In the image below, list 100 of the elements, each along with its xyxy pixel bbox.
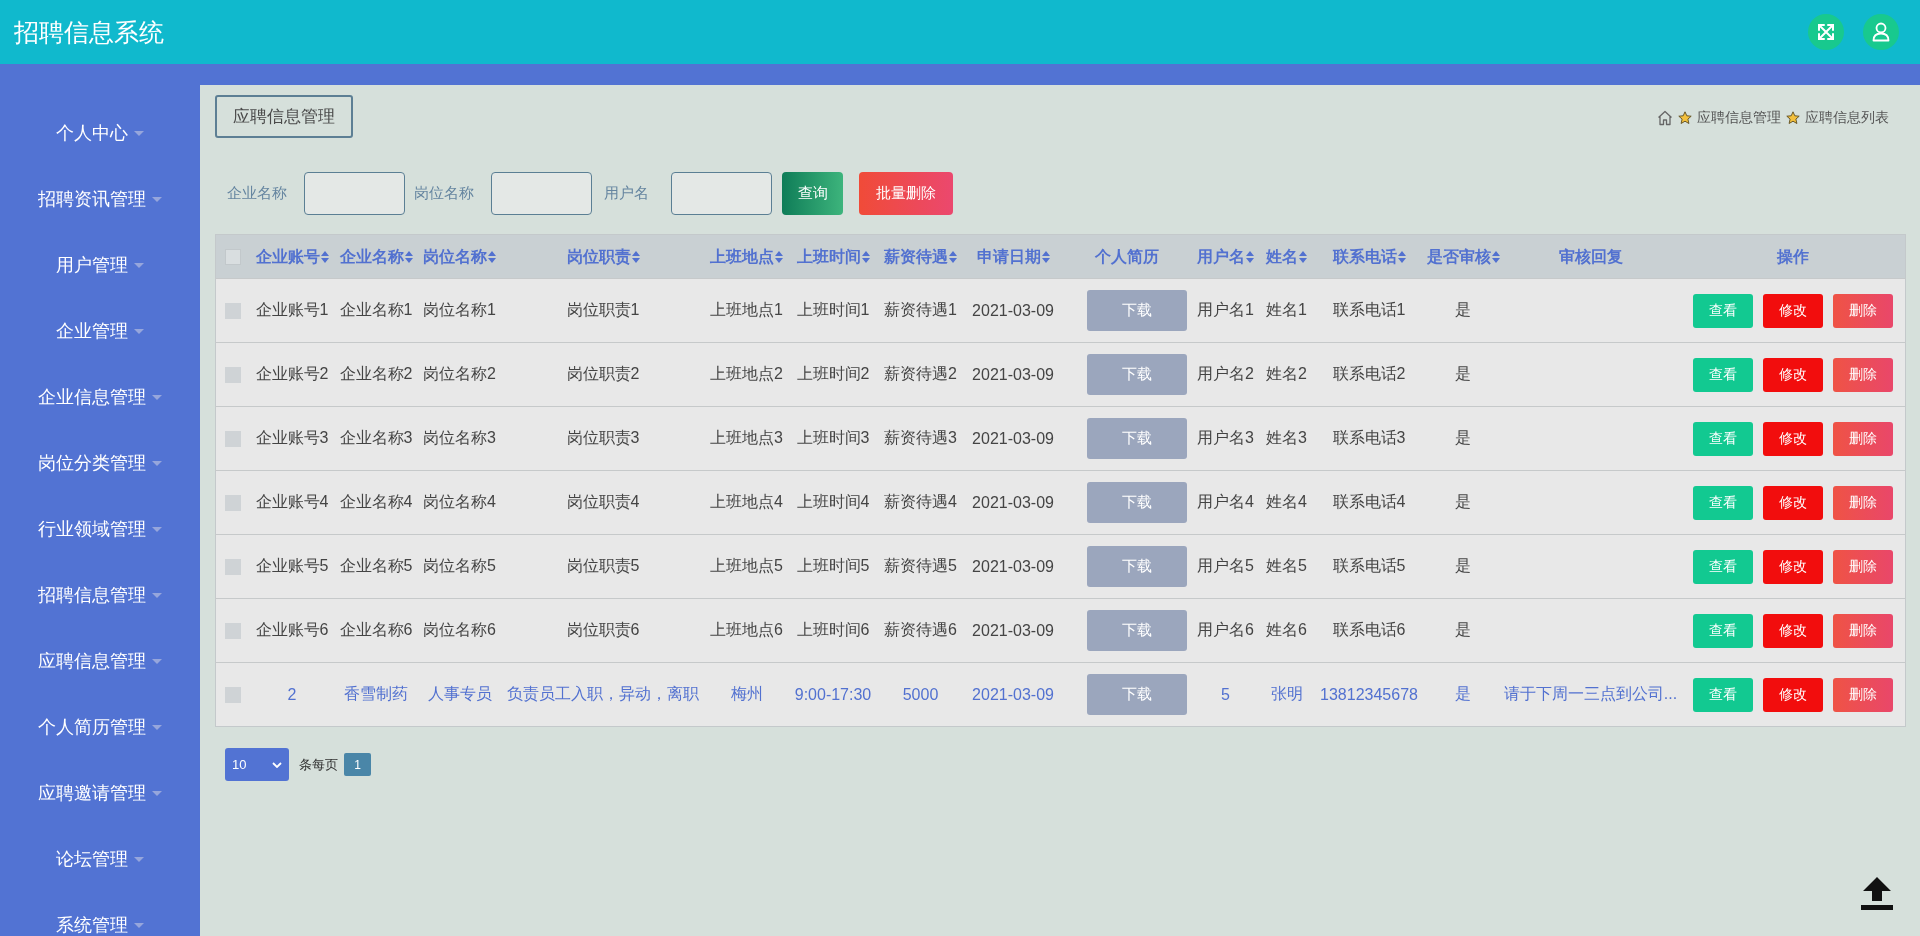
column-header[interactable]: 上班地点: [710, 246, 783, 267]
search-button[interactable]: 查询: [782, 172, 843, 215]
table-cell: 企业名称2: [339, 365, 413, 382]
star-icon: [1678, 110, 1692, 125]
view-button[interactable]: 查看: [1692, 677, 1753, 712]
view-button[interactable]: 查看: [1692, 613, 1753, 648]
row-checkbox[interactable]: [225, 431, 242, 448]
delete-button[interactable]: 删除: [1832, 677, 1893, 712]
table-cell: 上班地点1: [710, 301, 783, 318]
download-button[interactable]: 下载: [1087, 482, 1187, 523]
column-header[interactable]: 上班时间: [796, 246, 870, 267]
column-header[interactable]: 岗位名称: [423, 246, 496, 267]
column-header[interactable]: 申请日期: [976, 246, 1050, 267]
sidebar-item[interactable]: 用户管理: [56, 253, 144, 277]
sidebar-item[interactable]: 个人中心: [56, 121, 144, 145]
table-cell: 上班时间5: [796, 557, 870, 574]
sidebar-item[interactable]: 行业领域管理: [38, 517, 162, 541]
row-checkbox[interactable]: [225, 495, 242, 512]
column-header[interactable]: 岗位职责: [566, 246, 640, 267]
table-cell: 薪资待遇2: [884, 365, 957, 382]
download-button[interactable]: 下载: [1087, 290, 1187, 331]
delete-button[interactable]: 删除: [1832, 549, 1893, 584]
sidebar-item[interactable]: 招聘资讯管理: [38, 187, 162, 211]
column-header[interactable]: 是否审核: [1426, 246, 1500, 267]
sidebar-item[interactable]: 岗位分类管理: [38, 451, 162, 475]
sidebar-item[interactable]: 企业信息管理: [38, 385, 162, 409]
table-cell: 姓名6: [1266, 621, 1307, 638]
view-button[interactable]: 查看: [1692, 485, 1753, 520]
download-button[interactable]: 下载: [1087, 546, 1187, 587]
input-field[interactable]: [491, 172, 592, 215]
input-field[interactable]: [304, 172, 405, 215]
column-header[interactable]: 薪资待遇: [884, 246, 957, 267]
field-label: 用户名: [604, 184, 649, 203]
input-field[interactable]: [671, 172, 772, 215]
table-cell: 香雪制药: [344, 685, 408, 702]
column-header[interactable]: 企业名称: [339, 246, 413, 267]
delete-button[interactable]: 删除: [1832, 293, 1893, 328]
batch-delete-button[interactable]: 批量删除: [859, 172, 953, 215]
table-cell: 企业名称5: [339, 557, 413, 574]
edit-button[interactable]: 修改: [1762, 485, 1823, 520]
fullscreen-icon[interactable]: [1808, 14, 1844, 50]
edit-button[interactable]: 修改: [1762, 549, 1823, 584]
sidebar-item[interactable]: 系统管理: [56, 913, 144, 936]
chevron-icon: [272, 761, 282, 768]
table-cell: 姓名4: [1266, 493, 1307, 510]
user-icon[interactable]: [1863, 14, 1899, 50]
view-button[interactable]: 查看: [1692, 421, 1753, 456]
row-checkbox[interactable]: [225, 687, 242, 704]
table-cell: 薪资待遇5: [884, 557, 957, 574]
edit-button[interactable]: 修改: [1762, 613, 1823, 648]
arrow-up-icon[interactable]: [1860, 877, 1894, 910]
row-checkbox[interactable]: [225, 559, 242, 576]
row-checkbox[interactable]: [225, 367, 242, 384]
page-size-select[interactable]: 10: [225, 748, 289, 781]
row-checkbox[interactable]: [225, 623, 242, 640]
sort-icon: [775, 250, 783, 263]
table-cell: 企业账号4: [255, 493, 329, 510]
column-header[interactable]: 用户名: [1197, 246, 1254, 267]
home-icon[interactable]: [1657, 109, 1673, 126]
table-cell: 岗位职责4: [566, 493, 640, 510]
sidebar-item[interactable]: 应聘邀请管理: [38, 781, 162, 805]
table-cell: 2021-03-09: [972, 557, 1054, 575]
download-button[interactable]: 下载: [1087, 610, 1187, 651]
download-button[interactable]: 下载: [1087, 418, 1187, 459]
table-cell: 是: [1455, 493, 1471, 510]
download-button[interactable]: 下载: [1087, 674, 1187, 715]
edit-button[interactable]: 修改: [1762, 421, 1823, 456]
delete-button[interactable]: 删除: [1832, 485, 1893, 520]
row-checkbox[interactable]: [225, 303, 242, 320]
delete-button[interactable]: 删除: [1832, 613, 1893, 648]
edit-button[interactable]: 修改: [1762, 357, 1823, 392]
delete-button[interactable]: 删除: [1832, 357, 1893, 392]
edit-button[interactable]: 修改: [1762, 677, 1823, 712]
table-cell: 是: [1455, 557, 1471, 574]
sidebar-item[interactable]: 应聘信息管理: [38, 649, 162, 673]
view-button[interactable]: 查看: [1692, 357, 1753, 392]
edit-button[interactable]: 修改: [1762, 293, 1823, 328]
column-header: 操作: [1776, 246, 1809, 267]
column-header[interactable]: 姓名: [1266, 246, 1307, 267]
sidebar-item[interactable]: 招聘信息管理: [38, 583, 162, 607]
page-button[interactable]: 1: [344, 753, 371, 776]
table-cell: 联系电话2: [1332, 365, 1406, 382]
table-cell: 企业名称6: [339, 621, 413, 638]
table-cell: 张明: [1270, 685, 1303, 702]
sidebar-item[interactable]: 论坛管理: [56, 847, 144, 871]
table-cell: 联系电话5: [1332, 557, 1406, 574]
app-title: 招聘信息系统: [14, 17, 164, 47]
sidebar-item[interactable]: 个人简历管理: [38, 715, 162, 739]
view-button[interactable]: 查看: [1692, 549, 1753, 584]
breadcrumb-link[interactable]: 应聘信息管理: [1697, 108, 1781, 127]
column-header[interactable]: 企业账号: [255, 246, 329, 267]
table-cell: 上班地点6: [710, 621, 783, 638]
download-button[interactable]: 下载: [1087, 354, 1187, 395]
delete-button[interactable]: 删除: [1832, 421, 1893, 456]
caret-icon: [134, 328, 144, 334]
breadcrumb-link[interactable]: 应聘信息列表: [1805, 108, 1889, 127]
sidebar-item[interactable]: 企业管理: [56, 319, 144, 343]
column-header[interactable]: 联系电话: [1332, 246, 1406, 267]
view-button[interactable]: 查看: [1692, 293, 1753, 328]
table-cell: 岗位名称1: [423, 301, 496, 318]
